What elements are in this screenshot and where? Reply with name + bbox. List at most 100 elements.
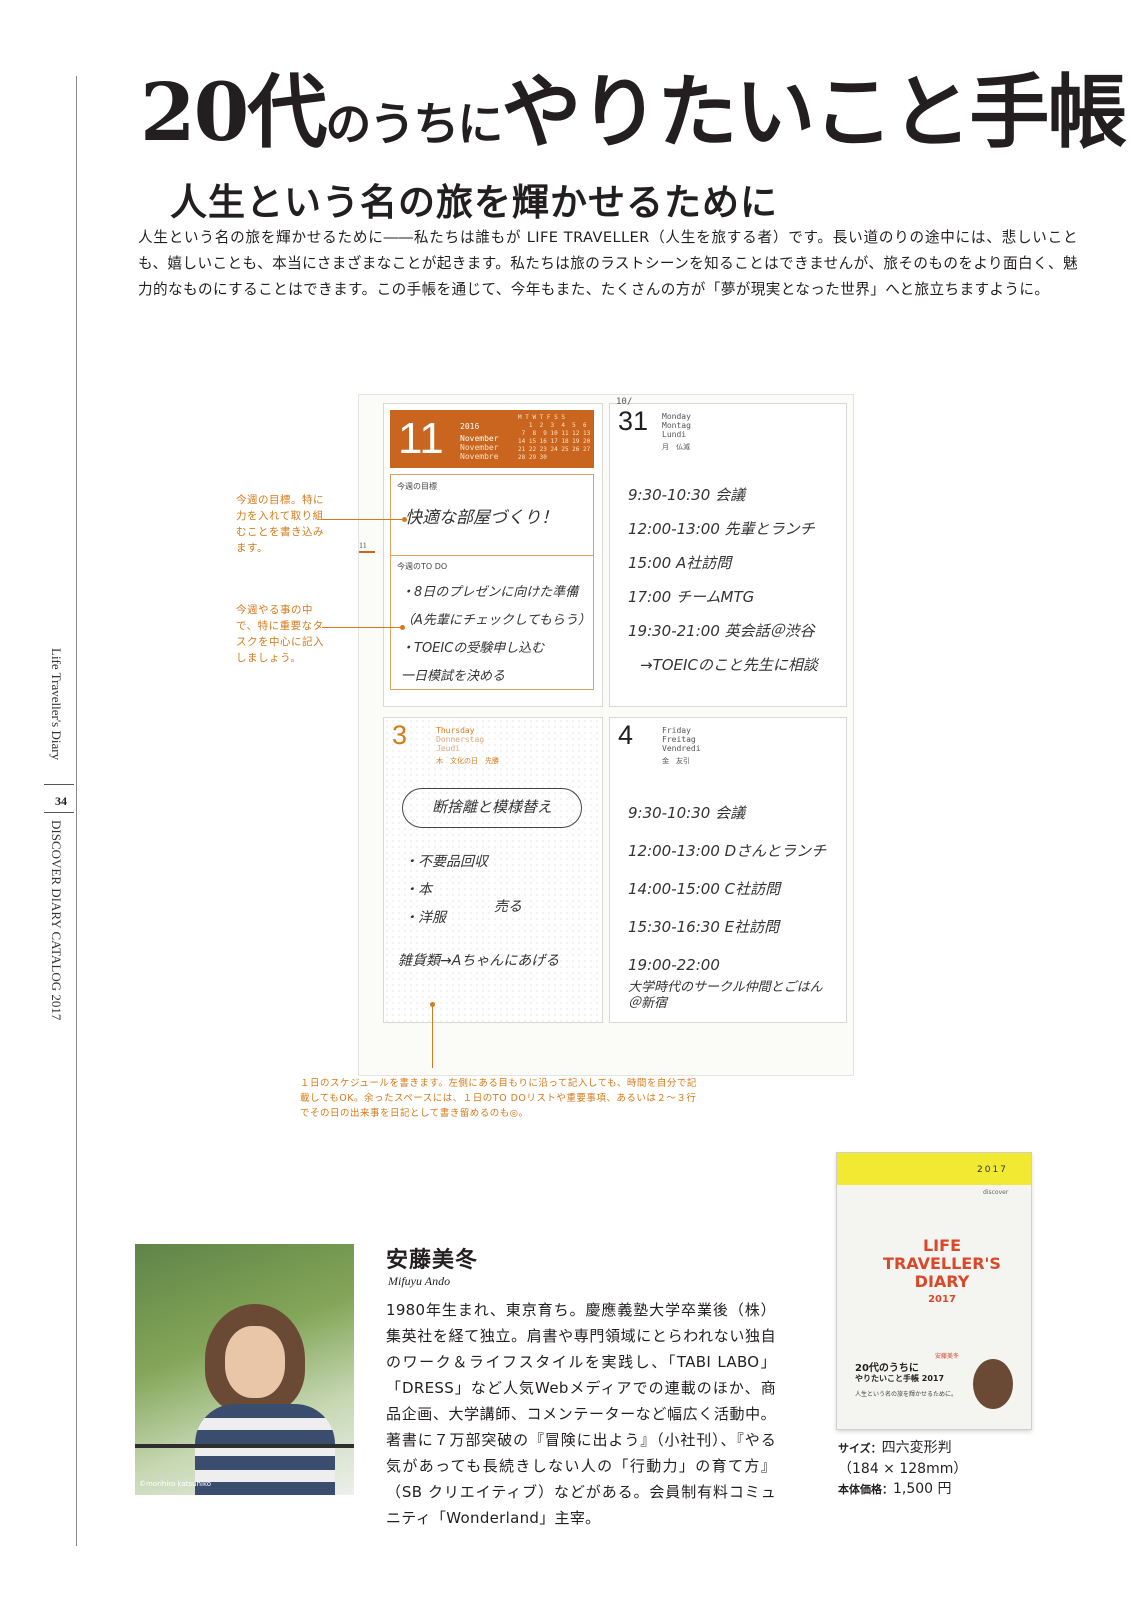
photo-face [225,1326,285,1398]
diary-spread: 11 2016 November November Novembre M T W… [358,394,854,1076]
todo-list: ・8日のプレゼンに向けた準備 （A先輩にチェックしてもらう） ・TOEICの受験… [401,579,591,691]
cloud-text: 断捨離と模様替え [431,798,552,816]
week-month-3: Novembre [460,452,499,461]
book-jp-title: 20代のうちに [855,1363,919,1374]
author-name-roman: Mifuyu Ando [388,1274,451,1288]
annotation-todo-dot [400,625,405,630]
book-author-photo [973,1359,1013,1409]
size-dimensions: （184 × 128mm） [838,1461,968,1477]
photo-shirt [195,1404,335,1495]
week-panel: 11 2016 November November Novembre M T W… [383,403,603,707]
schedule-entry: 17:00 チームMTG [628,588,755,606]
running-header-series: Life Traveller's Diary [49,648,64,761]
page-number-rule-bottom [44,812,74,813]
title-part-3: やりたいこと手帳 [501,65,1127,159]
book-publisher: discover [983,1189,1009,1196]
schedule-entry: ・洋服 [404,910,446,926]
day-name-jp: 金 友引 [662,757,690,765]
week-year: 2016 [460,422,480,431]
week-month-1: November [460,434,499,443]
schedule-entry: 15:00 A社訪問 [628,554,732,572]
side-tab-label: 11 [359,541,367,550]
author-photo: ©morihiro katsuhiko [135,1244,354,1495]
book-tagline: 人生という名の旅を輝かせるために。 [855,1391,958,1398]
page-title: 20代のうちにやりたいこと手帳 [140,72,1127,152]
todo-label: 今週のTO DO [397,562,448,571]
week-month-2: November [460,443,499,452]
day-name-de: Montag [662,421,691,430]
title-part-2: のうちに [325,97,503,151]
schedule-entry: 12:00-13:00 先輩とランチ [628,520,815,538]
day-name-en: Friday [662,726,691,735]
price-value: 1,500 円 [893,1481,952,1497]
schedule-entry: 15:30-16:30 E社訪問 [628,918,780,936]
schedule-entry: 9:30-10:30 会議 [628,486,746,504]
mini-calendar-row: 7 8 9 10 11 12 13 [518,430,591,437]
todo-item: （A先輩にチェックしてもらう） [401,613,591,628]
mini-calendar-head: M T W T F S S [518,414,565,421]
day-name-fr: Vendredi [662,744,701,753]
annotation-goal: 今週の目標。特に力を入れて取り組むことを書き込みます。 [236,494,324,554]
side-tab-marker [359,551,375,553]
annotation-daily-leader [432,1004,433,1068]
size-label: サイズ： [838,1442,882,1455]
margin-rule [76,76,77,1546]
day-name-jp: 木 文化の日 先勝 [436,757,499,765]
schedule-entry: ・不要品回収 [404,854,488,870]
day-name-en: Thursday [436,726,475,735]
book-author: 安藤美冬 [935,1353,960,1360]
schedule-entry: 19:30-21:00 英会話＠渋谷 [628,622,815,640]
todo-item: 一日模試を決める [401,669,506,684]
intro-paragraph: 人生という名の旅を輝かせるために――私たちは誰もが LIFE TRAVELLER… [138,229,1078,298]
day-number: 3 [392,720,408,750]
mini-calendar-row: 21 22 23 24 25 26 27 [518,446,591,453]
book-cover: 2017 discover LIFE TRAVELLER'S DIARY 201… [836,1152,1032,1430]
photo-railing [135,1444,354,1448]
book-title-line: LIFE [922,1236,961,1255]
annotation-goal-leader [322,519,404,520]
book-jp-title-2: やりたいこと手帳 2017 [855,1374,945,1383]
mini-calendar-row: 28 29 30 [518,454,547,461]
day-panel-oct31: 10/ 31 Monday Montag Lundi 月 仏滅 9:30-10:… [609,398,847,707]
book-title-line: TRAVELLER'S [883,1254,1001,1273]
day-panel-nov3: 3 Thursday Donnerstag Jeudi 木 文化の日 先勝 断捨… [383,717,603,1023]
goal-label: 今週の目標 [397,482,437,491]
author-bio: 1980年生まれ、東京育ち。慶應義塾大学卒業後（株）集英社を経て独立。肩書や専門… [386,1301,776,1527]
annotation-daily: １日のスケジュールを書きます。左側にある目もりに沿って記入しても、時間を自分で記… [300,1078,697,1119]
annotation-goal-dot [402,517,407,522]
price-label: 本体価格： [838,1483,893,1496]
schedule-entry: →TOEICのこと先生に相談 [640,656,818,674]
week-goal-todo-box: 今週の目標 快適な部屋づくり！ 今週のTO DO ・8日のプレゼンに向けた準備 … [390,474,594,690]
todo-item: ・TOEICの受験申し込む [401,641,545,656]
book-specs: サイズ：四六変形判 （184 × 128mm） 本体価格：1,500 円 [838,1438,967,1500]
todo-item: ・8日のプレゼンに向けた準備 [401,585,579,600]
book-title-line: 2017 [928,1294,956,1305]
day-number: 4 [618,720,634,750]
goal-divider [391,555,593,556]
week-number: 11 [398,414,444,463]
day-name-jp: 月 仏滅 [662,443,690,451]
size-value: 四六変形判 [881,1440,952,1456]
annotation-todo-leader [322,627,402,628]
day-number: 31 [618,406,649,436]
schedule-entry: 14:00-15:00 C社訪問 [628,880,781,898]
page-subtitle: 人生という名の旅を輝かせるために [170,181,778,224]
day-name-en: Monday [662,412,691,421]
day-name-fr: Jeudi [436,744,461,753]
schedule-entry: 19:00-22:00 [628,956,720,974]
day-entries: 9:30-10:30 会議 12:00-13:00 Dさんとランチ 14:00-… [628,794,826,984]
schedule-entry: 雑貨類→Aちゃんにあげる [398,953,560,969]
schedule-entry: 大学時代のサークル仲間とごはん＠新宿 [628,980,823,1011]
mini-calendar: M T W T F S S 1 2 3 4 5 6 7 8 9 10 11 12… [518,414,592,462]
cloud-bubble: 断捨離と模様替え [402,788,582,828]
day-name-de: Freitag [662,735,696,744]
week-header: 11 2016 November November Novembre M T W… [390,410,594,468]
title-part-1: 20代 [140,65,327,159]
day-entries: 9:30-10:30 会議 12:00-13:00 先輩とランチ 15:00 A… [628,478,818,682]
author-name: 安藤美冬 [386,1248,479,1273]
schedule-entry: 9:30-10:30 会議 [628,804,746,822]
book-year: 2017 [977,1165,1008,1175]
annotation-todo: 今週やる事の中で、特に重要なタスクを中心に記入しましょう。 [236,604,324,664]
day-entries: ・不要品回収 ・本 ・洋服 [404,848,488,932]
mini-calendar-row: 1 2 3 4 5 6 [518,422,587,429]
